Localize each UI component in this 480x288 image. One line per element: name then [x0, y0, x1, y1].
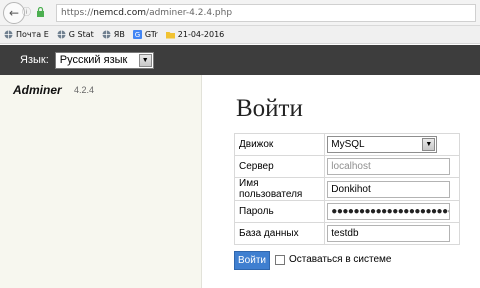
google-translate-icon: G — [132, 30, 142, 39]
table-row: База данных testdb — [233, 222, 460, 245]
address-bar[interactable]: https:// nemcd.com /adminer-4.2.4.php — [56, 4, 476, 22]
url-prefix: https:// — [61, 8, 94, 18]
language-selected: Русский язык — [59, 54, 128, 66]
remember-checkbox[interactable] — [275, 254, 285, 265]
folder-icon — [165, 32, 175, 39]
globe-icon — [4, 30, 13, 39]
app-version: 4.2.4 — [74, 85, 95, 95]
table-row: Пароль ●●●●●●●●●●●●●●●●●●●●●●● — [233, 200, 460, 223]
table-row: Имя пользователя Donkihot — [233, 177, 460, 201]
table-row: Сервер localhost — [233, 155, 460, 178]
server-input[interactable]: localhost — [327, 158, 451, 175]
login-form-table: Движок MySQL ▼ Сервер localhost Имя поль… — [233, 133, 460, 245]
bookmark-label: ЯВ — [113, 30, 125, 39]
login-button[interactable]: Войти — [234, 251, 270, 270]
language-label: Язык: — [20, 54, 49, 66]
bookmark-pochta[interactable]: Почта Е — [4, 30, 49, 39]
bookmark-gstat[interactable]: G Stat — [57, 30, 94, 39]
app-brand-link[interactable]: Adminer — [13, 83, 62, 97]
server-label: Сервер — [233, 155, 326, 178]
bookmark-yav[interactable]: ЯВ — [102, 30, 125, 39]
bookmark-label: G Stat — [68, 30, 94, 39]
url-path: /adminer-4.2.4.php — [146, 8, 233, 18]
table-row: Движок MySQL ▼ — [233, 133, 460, 156]
svg-text:G: G — [135, 31, 140, 39]
back-arrow-icon: ← — [8, 6, 20, 20]
username-label: Имя пользователя — [233, 177, 326, 201]
language-select[interactable]: Русский язык ▼ — [54, 51, 154, 69]
remember-label: Оставаться в системе — [289, 254, 392, 265]
globe-icon — [57, 30, 66, 39]
password-mask: ●●●●●●●●●●●●●●●●●●●●●●● — [331, 206, 451, 217]
info-icon[interactable]: ⓘ — [22, 6, 36, 20]
globe-icon — [102, 30, 111, 39]
page-title: Войти — [236, 95, 303, 122]
language-bar: Язык: Русский язык ▼ — [0, 45, 480, 75]
remember-me[interactable]: Оставаться в системе — [275, 254, 391, 265]
bookmark-folder[interactable]: 21-04-2016 — [165, 30, 225, 39]
username-cell: Donkihot — [324, 177, 460, 201]
driver-select[interactable]: MySQL ▼ — [327, 136, 438, 153]
username-input[interactable]: Donkihot — [327, 180, 451, 198]
database-cell: testdb — [324, 222, 460, 245]
sidebar-menu: Adminer 4.2.4 — [0, 75, 202, 288]
bookmark-label: GTr — [144, 30, 158, 39]
bookmark-label: 21-04-2016 — [177, 30, 225, 39]
server-cell: localhost — [324, 155, 460, 178]
url-host: nemcd.com — [93, 8, 147, 18]
browser-toolbar: ← ⓘ https:// nemcd.com /adminer-4.2.4.ph… — [0, 0, 480, 26]
driver-cell: MySQL ▼ — [324, 133, 460, 156]
bookmarks-bar: Почта Е G Stat ЯВ G GTr 21-04-2016 — [0, 26, 480, 44]
chevron-down-icon: ▼ — [138, 53, 152, 67]
database-input[interactable]: testdb — [327, 225, 451, 242]
password-cell: ●●●●●●●●●●●●●●●●●●●●●●● — [324, 200, 460, 223]
bookmark-label: Почта Е — [16, 30, 49, 39]
database-label: База данных — [233, 222, 326, 245]
login-panel: Войти Движок MySQL ▼ Сервер localhost Им… — [203, 75, 480, 288]
password-input[interactable]: ●●●●●●●●●●●●●●●●●●●●●●● — [327, 203, 451, 220]
driver-selected: MySQL — [331, 139, 365, 150]
password-label: Пароль — [233, 200, 326, 223]
lock-icon — [37, 7, 44, 17]
chevron-down-icon: ▼ — [422, 138, 436, 151]
driver-label: Движок — [233, 133, 326, 156]
bookmark-gtr[interactable]: G GTr — [132, 30, 158, 39]
